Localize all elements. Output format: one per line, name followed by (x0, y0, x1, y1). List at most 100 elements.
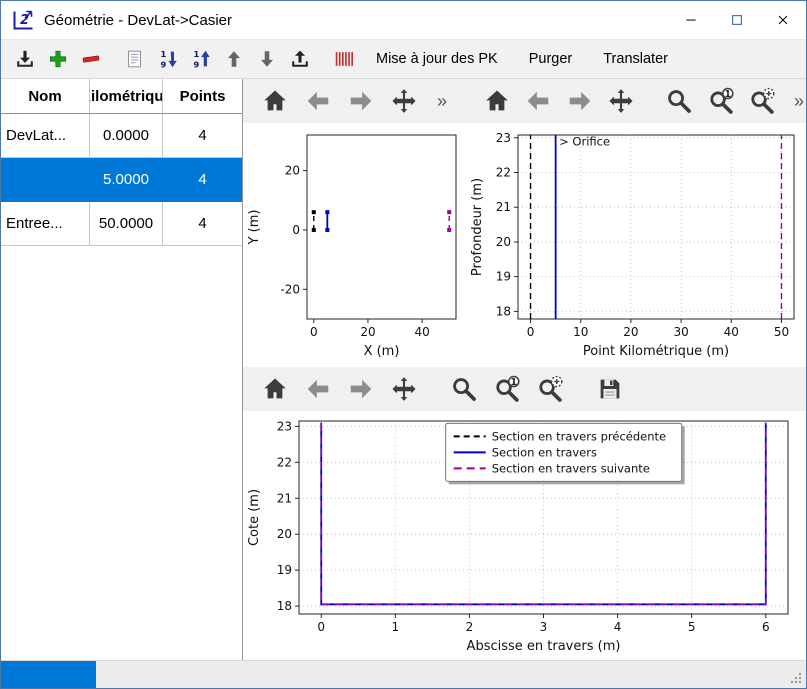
zoom-region-button[interactable] (747, 85, 777, 117)
pan-button[interactable] (606, 85, 636, 117)
back-button[interactable] (523, 85, 553, 117)
plot-profile-panel: » 01020304050181920212223Point Kilométri… (466, 79, 806, 367)
svg-text:18: 18 (496, 304, 511, 318)
forward-button[interactable] (345, 373, 377, 405)
svg-text:0: 0 (527, 325, 535, 339)
svg-text:4: 4 (614, 620, 622, 634)
cell-points: 4 (163, 202, 243, 246)
cell-nom: Entree... (1, 202, 90, 246)
sort-ascending-icon (190, 48, 212, 70)
svg-text:1: 1 (391, 620, 399, 634)
zoom-100-button[interactable] (705, 85, 735, 117)
svg-text:Profondeur (m): Profondeur (m) (470, 178, 485, 276)
table-row[interactable]: Entree... 50.0000 4 (1, 202, 242, 246)
sort-descending-icon (157, 48, 179, 70)
pan-button[interactable] (388, 85, 420, 117)
svg-text:0: 0 (310, 325, 318, 339)
main-toolbar: Mise à jour des PK Purger Translater (1, 39, 806, 79)
pan-button[interactable] (388, 373, 420, 405)
zoom-button[interactable] (664, 85, 694, 117)
add-button[interactable] (44, 45, 72, 73)
forward-button[interactable] (345, 85, 377, 117)
forward-button[interactable] (565, 85, 595, 117)
maximize-button[interactable] (714, 1, 760, 39)
plot-canvas-xy[interactable]: 02040-20020X (m)Y (m) (243, 123, 466, 367)
close-icon (775, 12, 791, 28)
svg-text:40: 40 (414, 325, 429, 339)
cell-points: 4 (163, 158, 243, 202)
purger-button[interactable]: Purger (516, 51, 586, 67)
svg-text:19: 19 (277, 563, 292, 577)
cell-nom (1, 158, 90, 202)
sort-descending-button[interactable] (154, 45, 182, 73)
move-up-button[interactable] (220, 45, 248, 73)
zoom-100-button[interactable] (491, 373, 523, 405)
translater-button[interactable]: Translater (590, 51, 681, 67)
svg-text:19: 19 (496, 270, 511, 284)
plot-xy-panel: » 02040-20020X (m)Y (m) (243, 79, 466, 367)
back-button[interactable] (302, 85, 334, 117)
table-row-selected[interactable]: 5.0000 4 (1, 158, 242, 202)
svg-text:20: 20 (360, 325, 375, 339)
forward-icon (347, 87, 375, 115)
column-header-pk[interactable]: Kilométrique (90, 79, 163, 114)
table-row[interactable]: DevLat... 0.0000 4 (1, 114, 242, 158)
minimize-icon (683, 12, 699, 28)
back-button[interactable] (302, 373, 334, 405)
pk-stripes-icon (333, 48, 355, 70)
add-icon (47, 48, 69, 70)
svg-text:23: 23 (496, 131, 511, 145)
minimize-button[interactable] (668, 1, 714, 39)
svg-text:6: 6 (762, 620, 770, 634)
home-button[interactable] (259, 85, 291, 117)
home-button[interactable] (482, 85, 512, 117)
plot-canvas-section[interactable]: 0123456181920212223Abscisse en travers (… (243, 411, 806, 660)
svg-text:5: 5 (688, 620, 696, 634)
zoom-region-button[interactable] (534, 373, 566, 405)
zoom-100-icon (493, 375, 521, 403)
remove-icon (80, 48, 102, 70)
svg-text:0: 0 (292, 223, 300, 237)
svg-text:Section en travers suivante: Section en travers suivante (492, 461, 650, 475)
column-header-points[interactable]: Points (163, 79, 243, 114)
notes-button[interactable] (121, 45, 149, 73)
svg-text:Abscisse en travers (m): Abscisse en travers (m) (467, 639, 621, 654)
app-icon: 2 (11, 8, 35, 32)
home-icon (261, 375, 289, 403)
back-icon (304, 375, 332, 403)
move-down-button[interactable] (253, 45, 281, 73)
import-button[interactable] (11, 45, 39, 73)
plot-section-panel: 0123456181920212223Abscisse en travers (… (243, 367, 806, 660)
back-icon (524, 87, 552, 115)
move-down-icon (256, 48, 278, 70)
resize-grip[interactable] (789, 671, 803, 685)
home-button[interactable] (259, 373, 291, 405)
cell-pk: 0.0000 (90, 114, 163, 158)
svg-text:X (m): X (m) (364, 344, 400, 359)
pk-stripes-button[interactable] (330, 45, 358, 73)
sort-ascending-button[interactable] (187, 45, 215, 73)
toolbar-overflow-button[interactable]: » (435, 92, 449, 110)
plot-canvas-profile[interactable]: 01020304050181920212223Point Kilométriqu… (466, 123, 806, 367)
svg-text:2: 2 (466, 620, 474, 634)
zoom-button[interactable] (448, 373, 480, 405)
update-pk-button[interactable]: Mise à jour des PK (363, 51, 511, 67)
svg-text:Section en travers: Section en travers (492, 445, 597, 459)
svg-text:3: 3 (540, 620, 548, 634)
svg-text:20: 20 (623, 325, 638, 339)
window-title: Géométrie - DevLat->Casier (44, 12, 232, 29)
table-header-row: Nom Kilométrique Points (1, 79, 242, 114)
plot-profile-toolbar: » (466, 79, 806, 123)
window: 2 Géométrie - DevLat->Casier Mise à jour… (0, 0, 807, 689)
svg-text:0: 0 (317, 620, 325, 634)
save-plot-button[interactable] (594, 373, 626, 405)
remove-button[interactable] (77, 45, 105, 73)
maximize-icon (729, 12, 745, 28)
close-button[interactable] (760, 1, 806, 39)
forward-icon (566, 87, 594, 115)
column-header-nom[interactable]: Nom (1, 79, 90, 114)
pan-icon (390, 375, 418, 403)
svg-text:20: 20 (277, 527, 292, 541)
toolbar-overflow-button[interactable]: » (792, 92, 806, 110)
export-button[interactable] (286, 45, 314, 73)
